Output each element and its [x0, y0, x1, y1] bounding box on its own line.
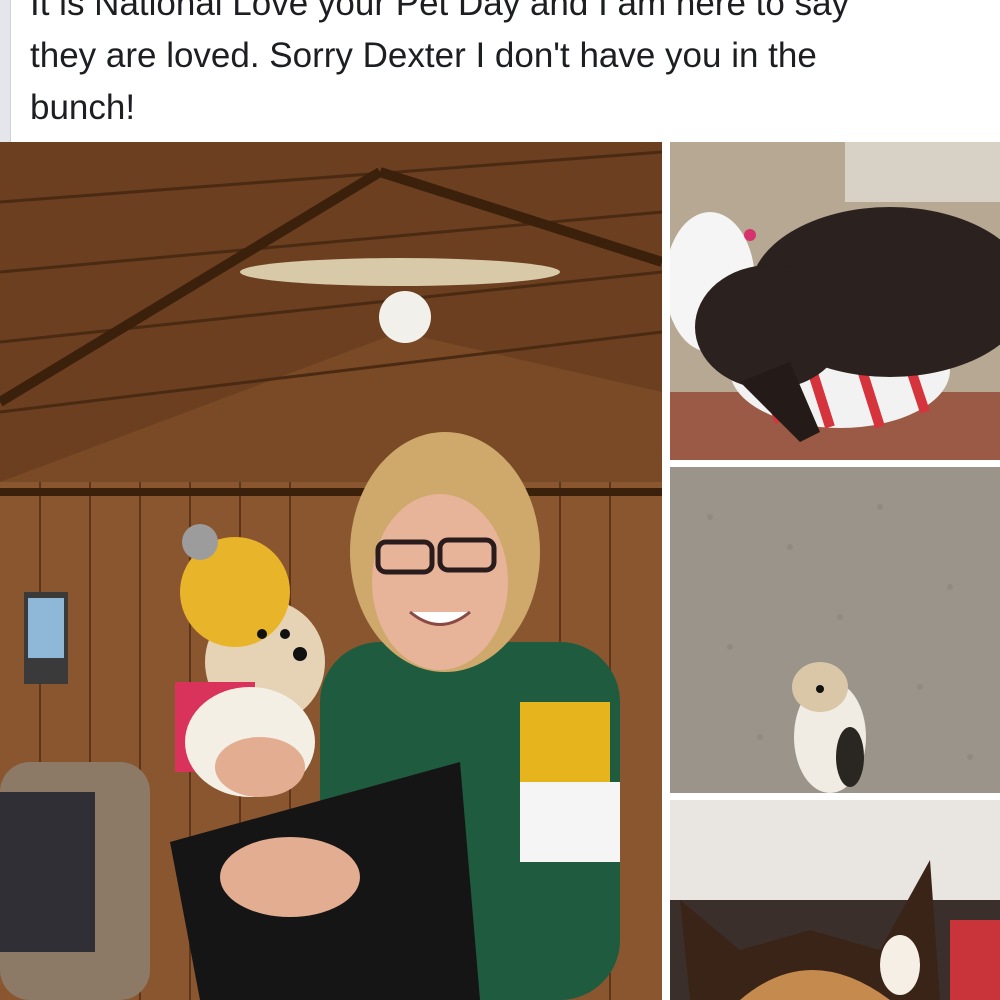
- post-text-line: they are loved. Sorry Dexter I don't hav…: [30, 36, 817, 75]
- photo-small-dog-on-carpet[interactable]: [670, 467, 1000, 793]
- post-text: It is National Love your Pet Day and I a…: [30, 0, 970, 134]
- post-text-line: bunch!: [30, 88, 136, 127]
- photo-black-dog-sleeping[interactable]: [670, 142, 1000, 460]
- post-text-line: It is National Love your Pet Day and I a…: [30, 0, 850, 23]
- photo-woman-holding-dog[interactable]: [0, 142, 662, 1000]
- photo-shepherd-dog-in-car[interactable]: [670, 800, 1000, 1000]
